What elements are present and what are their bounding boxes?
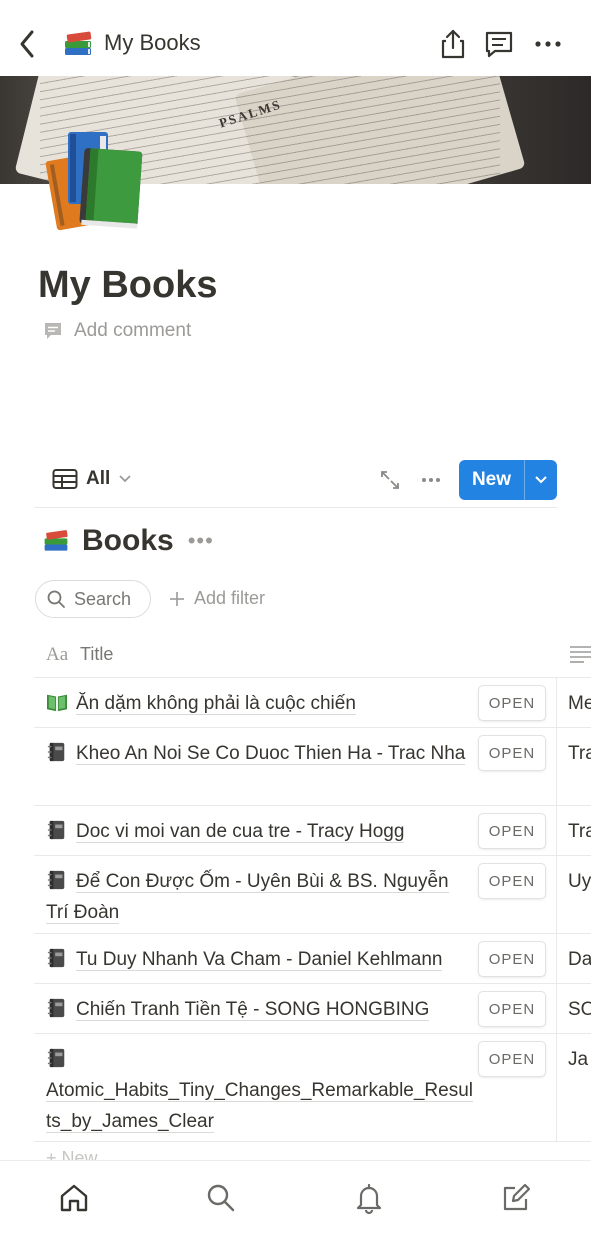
chevron-down-icon <box>119 475 131 483</box>
open-button[interactable]: OPEN <box>478 1041 546 1077</box>
open-button[interactable]: OPEN <box>478 735 546 771</box>
row-property[interactable]: Tra <box>568 816 591 847</box>
row-title[interactable]: Chiến Tranh Tiền Tệ - SONG HONGBING <box>46 994 476 1025</box>
new-button[interactable]: New <box>459 460 557 500</box>
view-bar: All New <box>34 460 557 508</box>
database-more-icon[interactable]: ••• <box>188 528 214 554</box>
top-bar: My Books <box>0 0 591 76</box>
new-dropdown-button[interactable] <box>525 460 557 500</box>
add-comment-button[interactable]: Add comment <box>42 320 191 342</box>
row-property[interactable]: SO <box>568 994 591 1025</box>
open-button[interactable]: OPEN <box>478 863 546 899</box>
table-icon <box>52 469 78 489</box>
row-property[interactable]: Tra <box>568 738 591 769</box>
comment-icon <box>45 323 61 339</box>
search-icon[interactable] <box>204 1181 238 1215</box>
table-row[interactable]: Doc vi moi van de cua tre - Tracy Hogg O… <box>34 806 591 856</box>
compose-icon[interactable] <box>499 1181 533 1215</box>
notebook-icon <box>46 1048 68 1068</box>
open-button[interactable]: OPEN <box>478 813 546 849</box>
table-row[interactable]: Chiến Tranh Tiền Tệ - SONG HONGBING OPEN… <box>34 984 591 1034</box>
row-property[interactable]: Uy <box>568 866 591 897</box>
database-name: Books <box>82 524 174 557</box>
back-icon[interactable] <box>12 24 42 64</box>
bell-icon[interactable] <box>352 1181 386 1215</box>
row-title[interactable]: Doc vi moi van de cua tre - Tracy Hogg <box>46 816 476 847</box>
notebook-icon <box>46 998 68 1018</box>
add-comment-label: Add comment <box>74 320 192 341</box>
table-row[interactable]: Tu Duy Nhanh Va Cham - Daniel Kehlmann O… <box>34 934 591 984</box>
expand-icon[interactable] <box>376 468 404 492</box>
home-icon[interactable] <box>57 1181 91 1215</box>
row-property[interactable]: Me <box>568 688 591 719</box>
notebook-icon <box>46 820 68 840</box>
view-tab-label: All <box>86 468 111 489</box>
row-title[interactable]: Kheo An Noi Se Co Duoc Thien Ha - Trac N… <box>46 738 476 769</box>
comment-icon[interactable] <box>482 26 516 62</box>
view-tab-all[interactable]: All <box>52 468 132 490</box>
more-icon[interactable] <box>531 26 565 62</box>
chevron-down-icon <box>535 476 547 484</box>
add-filter-button[interactable]: Add filter <box>168 588 265 609</box>
row-title[interactable]: Ăn dặm không phải là cuộc chiến <box>46 688 476 719</box>
plus-icon <box>170 591 184 606</box>
table-row[interactable]: Để Con Được Ốm - Uyên Bùi & BS. Nguyễn T… <box>34 856 591 934</box>
row-property[interactable]: Da <box>568 944 591 975</box>
bottom-nav <box>0 1160 591 1240</box>
table-header: Aa Title <box>34 632 591 678</box>
table-row[interactable]: Ăn dặm không phải là cuộc chiến OPEN Me <box>34 678 591 728</box>
notebook-icon <box>46 948 68 968</box>
search-icon <box>47 590 65 608</box>
books-icon <box>44 530 68 551</box>
add-filter-label: Add filter <box>194 588 266 608</box>
row-title[interactable]: Atomic_Habits_Tiny_Changes_Remarkable_Re… <box>46 1044 476 1137</box>
table-row[interactable]: Atomic_Habits_Tiny_Changes_Remarkable_Re… <box>34 1034 591 1142</box>
table-row[interactable]: Kheo An Noi Se Co Duoc Thien Ha - Trac N… <box>34 728 591 806</box>
share-icon[interactable] <box>436 26 470 62</box>
books-icon <box>65 31 92 55</box>
view-more-icon[interactable] <box>418 468 446 492</box>
open-button[interactable]: OPEN <box>478 991 546 1027</box>
notebook-icon <box>46 742 68 762</box>
search-button[interactable]: Search <box>35 580 151 618</box>
text-lines-icon[interactable] <box>570 644 591 664</box>
database-title: Books ••• <box>42 524 214 558</box>
search-label: Search <box>74 588 132 609</box>
notebook-icon <box>46 870 68 890</box>
row-title[interactable]: Tu Duy Nhanh Va Cham - Daniel Kehlmann <box>46 944 476 975</box>
column-title[interactable]: Title <box>80 644 113 665</box>
text-property-icon: Aa <box>46 644 69 665</box>
books-icon <box>45 132 143 231</box>
page-name: My Books <box>104 30 201 55</box>
open-button[interactable]: OPEN <box>478 941 546 977</box>
open-book-icon <box>46 692 68 712</box>
open-button[interactable]: OPEN <box>478 685 546 721</box>
page-title: My Books <box>38 264 218 306</box>
row-property[interactable]: Ja <box>568 1044 588 1075</box>
row-title[interactable]: Để Con Được Ốm - Uyên Bùi & BS. Nguyễn T… <box>46 866 476 928</box>
new-button-label: New <box>459 460 525 500</box>
